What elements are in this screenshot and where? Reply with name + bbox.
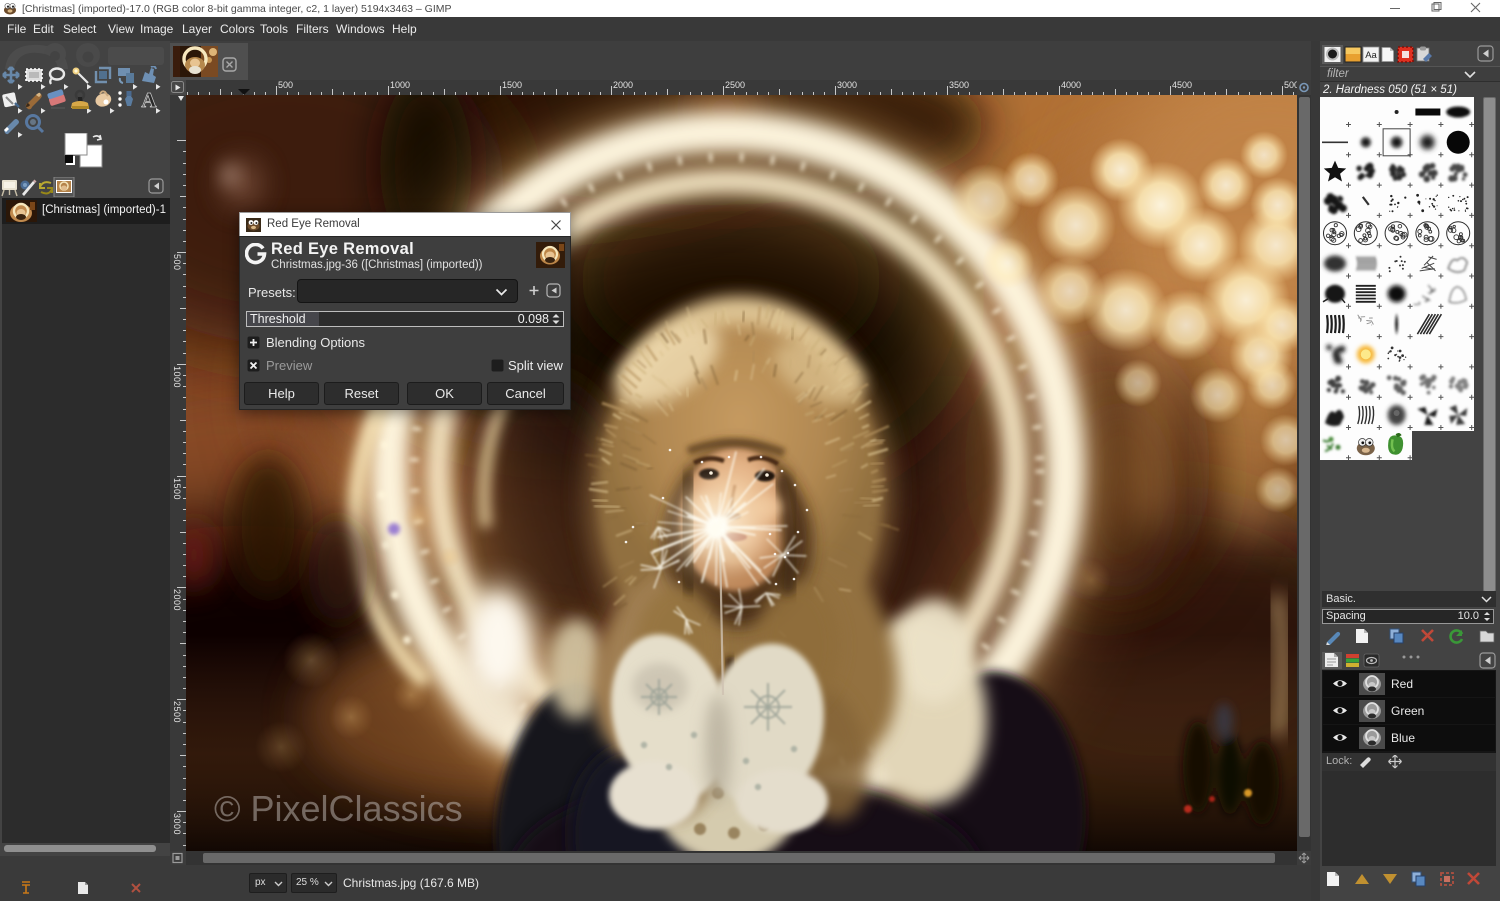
svg-text:Aa: Aa xyxy=(1365,50,1377,61)
svg-text:A: A xyxy=(141,88,157,112)
svg-text:© PixelClassics: © PixelClassics xyxy=(214,788,463,829)
